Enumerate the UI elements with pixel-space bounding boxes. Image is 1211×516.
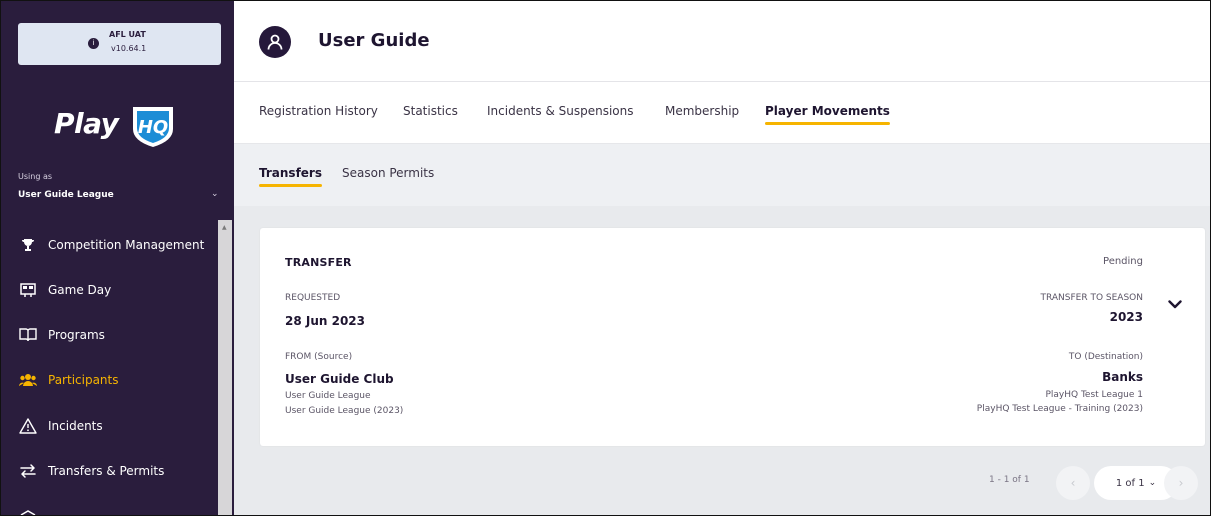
season-value: 2023 (1109, 310, 1143, 324)
previous-page-button[interactable]: ‹ (1056, 466, 1090, 500)
book-icon (18, 325, 38, 345)
sidebar-item-label: Participants (48, 373, 119, 387)
sidebar-item-participants[interactable]: Participants (0, 365, 218, 395)
sidebar-item-label: Programs (48, 328, 105, 342)
page-header: User Guide (234, 0, 1211, 82)
sidebar-item-transfers-permits[interactable]: Transfers & Permits (0, 456, 218, 486)
tab-membership[interactable]: Membership (665, 104, 739, 118)
movement-subtabs: Transfers Season Permits (234, 144, 1211, 206)
transfer-card[interactable]: TRANSFER Pending REQUESTED 28 Jun 2023 T… (260, 228, 1205, 446)
status-badge: Pending (1103, 256, 1143, 267)
sidebar-item-incidents[interactable]: Incidents (0, 411, 218, 441)
requested-date: 28 Jun 2023 (285, 314, 366, 328)
sidebar-item-competition-management[interactable]: Competition Management (0, 230, 218, 260)
profile-tabs: Registration History Statistics Incident… (234, 82, 1211, 144)
sidebar: i AFL UAT v10.64.1 Play HQ Using as User… (0, 0, 234, 516)
requested-label: REQUESTED (285, 293, 341, 303)
pagination: 1 - 1 of 1 ‹ 1 of 1 ⌄ › (234, 462, 1211, 502)
chevron-down-icon[interactable]: ⌄ (211, 189, 219, 199)
league-selector[interactable]: User Guide League (18, 190, 114, 200)
from-label: FROM (Source) (285, 352, 353, 362)
environment-name: AFL UAT (109, 30, 146, 39)
chevron-down-icon: ⌄ (1148, 478, 1157, 488)
sidebar-item-label: Incidents (48, 419, 103, 433)
to-club: Banks (1102, 370, 1143, 384)
sidebar-item-programs[interactable]: Programs (0, 320, 218, 350)
subtab-transfers[interactable]: Transfers (259, 166, 322, 187)
environment-badge[interactable]: i AFL UAT v10.64.1 (18, 23, 221, 65)
people-icon (18, 370, 38, 390)
user-avatar-icon (259, 26, 291, 58)
scoreboard-icon (18, 280, 38, 300)
transfer-type: TRANSFER (285, 256, 352, 269)
logo-text: Play (54, 107, 119, 140)
expand-chevron-icon[interactable] (1165, 294, 1185, 314)
from-league: User Guide League (285, 391, 371, 401)
warning-icon (18, 416, 38, 436)
using-as-label: Using as (18, 172, 53, 181)
transfer-icon (18, 461, 38, 481)
season-label: TRANSFER TO SEASON (1040, 293, 1144, 303)
tab-statistics[interactable]: Statistics (403, 104, 458, 118)
info-icon: i (88, 38, 99, 49)
page-title: User Guide (318, 30, 430, 51)
scroll-up-arrow-icon[interactable]: ▲ (222, 224, 229, 231)
subtab-season-permits[interactable]: Season Permits (342, 166, 434, 180)
membership-icon (18, 505, 38, 516)
tab-incidents-suspensions[interactable]: Incidents & Suspensions (487, 104, 634, 118)
to-league: PlayHQ Test League 1 (1045, 390, 1143, 400)
logo-badge-text: HQ (138, 117, 168, 138)
sidebar-item-label: Transfers & Permits (48, 464, 165, 478)
trophy-icon (18, 235, 38, 255)
next-page-button[interactable]: › (1164, 466, 1198, 500)
from-competition: User Guide League (2023) (285, 406, 404, 416)
sidebar-item-partial[interactable] (0, 500, 218, 516)
to-label: TO (Destination) (1068, 352, 1143, 362)
to-competition: PlayHQ Test League - Training (2023) (976, 404, 1143, 414)
hq-shield-icon: HQ (133, 107, 173, 147)
pagination-range: 1 - 1 of 1 (989, 475, 1030, 485)
sidebar-item-label: Game Day (48, 283, 112, 297)
tab-registration-history[interactable]: Registration History (259, 104, 378, 118)
page-select-value: 1 of 1 (1115, 477, 1145, 489)
tab-player-movements[interactable]: Player Movements (765, 104, 890, 125)
sidebar-scrollbar[interactable] (218, 220, 232, 516)
sidebar-item-label: Competition Management (48, 238, 205, 252)
transfers-list: TRANSFER Pending REQUESTED 28 Jun 2023 T… (234, 206, 1211, 516)
environment-version: v10.64.1 (111, 44, 147, 53)
main-content: User Guide Registration History Statisti… (234, 0, 1211, 516)
sidebar-item-game-day[interactable]: Game Day (0, 275, 218, 305)
from-club: User Guide Club (285, 372, 394, 386)
